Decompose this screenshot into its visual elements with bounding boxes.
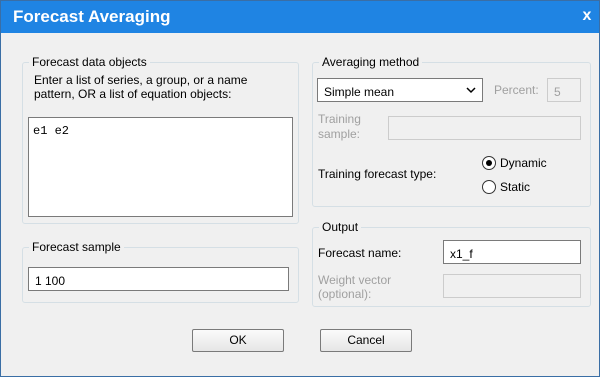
training-sample-label-1: Training [318, 112, 361, 126]
static-radio-label[interactable]: Static [500, 180, 530, 195]
averaging-method-selected-value: Simple mean [324, 85, 395, 99]
forecast-name-label: Forecast name: [318, 246, 402, 260]
forecast-data-objects-instructions-1: Enter a list of series, a group, or a na… [34, 73, 248, 87]
chevron-down-icon [466, 82, 476, 100]
dialog-title: Forecast Averaging [13, 7, 171, 26]
forecast-data-objects-instructions-2: pattern, OR a list of equation objects: [34, 87, 232, 101]
ok-button[interactable]: OK [192, 329, 284, 352]
forecast-data-objects-legend: Forecast data objects [29, 55, 150, 69]
cancel-button[interactable]: Cancel [320, 329, 412, 352]
training-sample-label-2: sample: [318, 127, 361, 141]
percent-label: Percent: [494, 83, 539, 97]
forecast-averaging-dialog: Forecast Averaging x Forecast data objec… [0, 0, 600, 377]
weight-vector-input[interactable] [443, 274, 581, 298]
weight-vector-label-1: Weight vector [318, 273, 392, 287]
static-radio[interactable] [482, 180, 496, 194]
percent-input[interactable]: 5 [547, 78, 581, 102]
title-bar: Forecast Averaging x [1, 1, 599, 33]
training-forecast-type-label: Training forecast type: [318, 167, 437, 181]
weight-vector-label-2: (optional): [318, 287, 372, 301]
forecast-sample-legend: Forecast sample [29, 240, 124, 254]
averaging-method-legend: Averaging method [319, 55, 423, 69]
forecast-sample-input[interactable]: 1 100 [28, 267, 289, 291]
forecast-data-objects-input[interactable]: e1 e2 [28, 117, 293, 217]
averaging-method-select[interactable]: Simple mean [317, 78, 483, 102]
close-icon[interactable]: x [577, 6, 597, 26]
dynamic-radio-label[interactable]: Dynamic [500, 156, 547, 171]
forecast-name-input[interactable]: x1_f [443, 240, 581, 264]
output-legend: Output [319, 220, 362, 234]
training-sample-input[interactable] [388, 116, 581, 140]
dynamic-radio[interactable] [482, 156, 496, 170]
